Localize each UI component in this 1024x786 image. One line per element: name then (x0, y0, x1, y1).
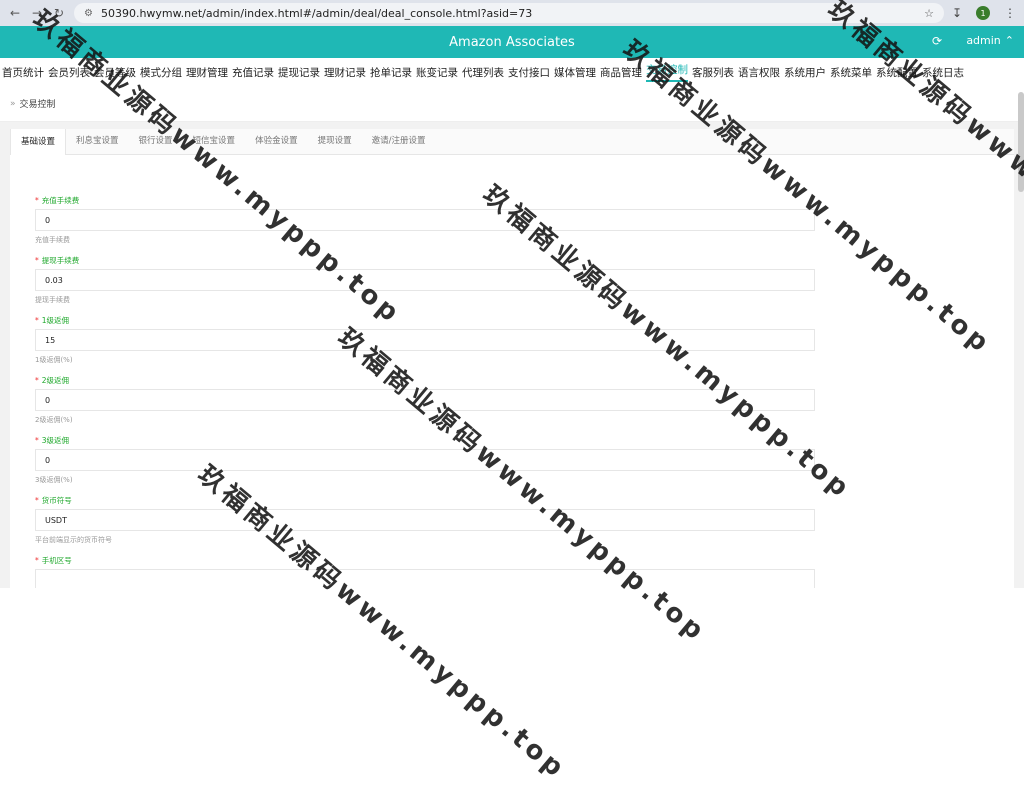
field-label: 充值手续费 (41, 196, 80, 205)
field-input[interactable]: 15 (35, 329, 815, 351)
menu-item[interactable]: 商品管理 (600, 65, 642, 80)
field-input[interactable]: USDT (35, 509, 815, 531)
menu-item[interactable]: 系统配置 (876, 65, 918, 80)
menu-item[interactable]: 抢单记录 (370, 65, 412, 80)
settings-form: * 充值手续费 0 充值手续费 * 提现手续费 0.03 提现手续费 * 1级返佣 15 1级返佣(%… (10, 155, 1014, 588)
content-area: 基础设置 利息宝设置 银行设置 短信宝设置 体验金设置 提现设置 邀请/注册设置 * 充值手续… (0, 122, 1024, 588)
field-help: 1级返佣(%) (35, 356, 73, 364)
field-label: 手机区号 (41, 556, 72, 565)
settings-tab[interactable]: 提现设置 (308, 134, 362, 154)
required-marker: * (35, 256, 39, 265)
menu-item[interactable]: 语言权限 (738, 65, 780, 80)
menu-item[interactable]: 系统用户 (784, 65, 826, 80)
form-field: * 手机区号 (35, 555, 1014, 588)
menu-item[interactable]: 理财记录 (324, 65, 366, 80)
app-title: Amazon Associates (449, 34, 575, 50)
settings-tab[interactable]: 体验金设置 (245, 134, 308, 154)
chevron-up-icon: ⌃ (1004, 34, 1014, 47)
menu-item[interactable]: 会员列表 (48, 65, 90, 80)
breadcrumb-separator-icon: » (10, 98, 16, 109)
field-help: 提现手续费 (35, 296, 70, 304)
user-name: admin (966, 34, 1001, 47)
main-menu: 首页统计 会员列表 会员等级 模式分组 理财管理 充值记录 提现记录 理财记录 抢单记录 账变记录… (0, 58, 1024, 86)
menu-item[interactable]: 充值记录 (232, 65, 274, 80)
field-help: 2级返佣(%) (35, 416, 73, 424)
form-field: * 3级返佣 0 3级返佣(%) (35, 435, 1014, 485)
menu-item[interactable]: 系统日志 (922, 65, 964, 80)
breadcrumb: » 交易控制 (0, 86, 1024, 122)
field-label-row: * 3级返佣 (35, 435, 1014, 446)
settings-tab[interactable]: 利息宝设置 (66, 134, 129, 154)
field-help: 3级返佣(%) (35, 476, 73, 484)
field-label-row: * 2级返佣 (35, 375, 1014, 386)
required-marker: * (35, 556, 39, 565)
required-marker: * (35, 496, 39, 505)
menu-item[interactable]: 提现记录 (278, 65, 320, 80)
back-icon[interactable]: ← (8, 6, 22, 20)
form-field: * 2级返佣 0 2级返佣(%) (35, 375, 1014, 425)
form-field: * 货币符号 USDT 平台前端显示的货币符号 (35, 495, 1014, 545)
required-marker: * (35, 196, 39, 205)
form-field: * 充值手续费 0 充值手续费 (35, 195, 1014, 245)
bookmark-star-icon[interactable]: ☆ (924, 7, 934, 20)
breadcrumb-current: 交易控制 (19, 100, 56, 110)
required-marker: * (35, 376, 39, 385)
refresh-icon[interactable]: ⟳ (932, 34, 942, 48)
field-input[interactable] (35, 569, 815, 588)
field-label-row: * 充值手续费 (35, 195, 1014, 206)
profile-avatar[interactable]: 1 (976, 6, 990, 20)
settings-tab[interactable]: 基础设置 (10, 129, 67, 155)
required-marker: * (35, 436, 39, 445)
field-label-row: * 货币符号 (35, 495, 1014, 506)
settings-tab[interactable]: 邀请/注册设置 (362, 134, 436, 154)
reload-icon[interactable]: ↻ (52, 6, 66, 20)
field-label: 1级返佣 (41, 316, 70, 325)
menu-item[interactable]: 代理列表 (462, 65, 504, 80)
field-input[interactable]: 0.03 (35, 269, 815, 291)
app-header: Amazon Associates ⟳ admin ⌃ (0, 26, 1024, 58)
user-menu[interactable]: admin ⌃ (966, 34, 1014, 47)
form-field: * 提现手续费 0.03 提现手续费 (35, 255, 1014, 305)
page-scrollbar[interactable] (1018, 92, 1024, 192)
menu-item[interactable]: 会员等级 (94, 65, 136, 80)
browser-toolbar: ← → ↻ ⚙ 50390.hwymw.net/admin/index.html… (0, 0, 1024, 26)
field-label: 2级返佣 (41, 376, 70, 385)
field-help: 充值手续费 (35, 236, 70, 244)
field-label-row: * 1级返佣 (35, 315, 1014, 326)
field-label-row: * 提现手续费 (35, 255, 1014, 266)
menu-item[interactable]: 支付接口 (508, 65, 550, 80)
field-help: 平台前端显示的货币符号 (35, 536, 112, 544)
field-label-row: * 手机区号 (35, 555, 1014, 566)
menu-item[interactable]: 账变记录 (416, 65, 458, 80)
form-field: * 1级返佣 15 1级返佣(%) (35, 315, 1014, 365)
download-icon[interactable]: ↧ (952, 6, 962, 20)
more-menu-icon[interactable]: ⋮ (1004, 6, 1016, 20)
url-text: 50390.hwymw.net/admin/index.html#/admin/… (100, 6, 533, 20)
field-label: 3级返佣 (41, 436, 70, 445)
field-label: 货币符号 (41, 496, 72, 505)
address-bar[interactable]: ⚙ 50390.hwymw.net/admin/index.html#/admi… (74, 3, 944, 23)
settings-tab[interactable]: 银行设置 (129, 134, 183, 154)
field-input[interactable]: 0 (35, 389, 815, 411)
menu-item[interactable]: 系统菜单 (830, 65, 872, 80)
menu-item[interactable]: 首页统计 (2, 65, 44, 80)
field-label: 提现手续费 (41, 256, 80, 265)
menu-item[interactable]: 客服列表 (692, 65, 734, 80)
settings-tab[interactable]: 短信宝设置 (183, 134, 246, 154)
forward-icon[interactable]: → (30, 6, 44, 20)
settings-panel: 基础设置 利息宝设置 银行设置 短信宝设置 体验金设置 提现设置 邀请/注册设置 * 充值手续… (10, 129, 1014, 588)
site-settings-icon[interactable]: ⚙ (84, 8, 93, 19)
menu-item[interactable]: 媒体管理 (554, 65, 596, 80)
settings-tabs: 基础设置 利息宝设置 银行设置 短信宝设置 体验金设置 提现设置 邀请/注册设置 (10, 129, 1014, 155)
field-input[interactable]: 0 (35, 449, 815, 471)
menu-item[interactable]: 交易控制 (646, 62, 688, 82)
menu-item[interactable]: 理财管理 (186, 65, 228, 80)
field-input[interactable]: 0 (35, 209, 815, 231)
required-marker: * (35, 316, 39, 325)
menu-item[interactable]: 模式分组 (140, 65, 182, 80)
